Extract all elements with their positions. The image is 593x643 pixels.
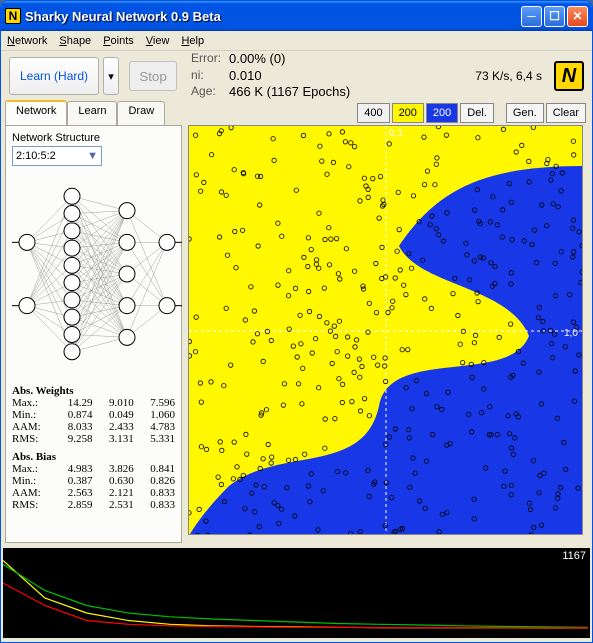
toolbar: Learn (Hard) ▾ Stop Error:0.00% (0) ni:0… xyxy=(1,51,592,101)
tab-learn[interactable]: Learn xyxy=(67,101,117,125)
left-panel: Network Learn Draw Network Structure 2:1… xyxy=(1,101,186,546)
abs-bias-header: Abs. Bias xyxy=(12,451,175,463)
svg-text:0,1: 0,1 xyxy=(389,128,403,139)
tab-draw[interactable]: Draw xyxy=(117,101,165,125)
points-400-button[interactable]: 400 xyxy=(357,103,389,123)
weights-table: Abs. Weights Max.:14.299.0107.596 Min.:0… xyxy=(12,385,175,511)
performance-text: 73 K/s, 6,4 s xyxy=(475,69,542,83)
training-stats: Error:0.00% (0) ni:0.010 Age:466 K (1167… xyxy=(191,51,350,102)
viz-toolbar: 400 200 200 Del. Gen. Clear xyxy=(186,101,592,125)
menubar: Network Shape Points View Help xyxy=(1,31,592,51)
titlebar[interactable]: N Sharky Neural Network 0.9 Beta ─ ☐ ✕ xyxy=(1,1,592,31)
structure-value: 2:10:5:2 xyxy=(16,150,56,162)
close-button[interactable]: ✕ xyxy=(567,6,588,27)
delete-button[interactable]: Del. xyxy=(460,103,494,123)
learn-button[interactable]: Learn (Hard) xyxy=(9,57,99,95)
menu-view[interactable]: View xyxy=(146,35,170,47)
ni-label: ni: xyxy=(191,68,229,85)
error-value: 0.00% (0) xyxy=(229,51,285,68)
window-title: Sharky Neural Network 0.9 Beta xyxy=(25,9,521,24)
network-diagram xyxy=(12,174,182,374)
generate-button[interactable]: Gen. xyxy=(506,103,544,123)
age-label: Age: xyxy=(191,84,229,101)
learn-dropdown-button[interactable]: ▾ xyxy=(103,57,119,95)
ni-value: 0.010 xyxy=(229,68,262,85)
clear-button[interactable]: Clear xyxy=(546,103,586,123)
structure-select[interactable]: 2:10:5:2 ▼ xyxy=(12,146,102,166)
logo-icon: N xyxy=(554,61,584,91)
menu-help[interactable]: Help xyxy=(181,35,204,47)
svg-text:1,0: 1,0 xyxy=(564,328,578,339)
right-panel: 400 200 200 Del. Gen. Clear 0,1 1,0 xyxy=(186,101,592,546)
visualization-canvas[interactable]: 0,1 1,0 xyxy=(188,125,583,535)
structure-label: Network Structure xyxy=(12,132,175,144)
stop-button[interactable]: Stop xyxy=(129,61,177,91)
age-value: 466 K (1167 Epochs) xyxy=(229,84,350,101)
chevron-down-icon: ▾ xyxy=(108,70,114,83)
error-label: Error: xyxy=(191,51,229,68)
points-200-blue-button[interactable]: 200 xyxy=(426,103,458,123)
menu-points[interactable]: Points xyxy=(103,35,134,47)
maximize-button[interactable]: ☐ xyxy=(544,6,565,27)
tab-network[interactable]: Network xyxy=(5,100,67,125)
points-200-yellow-button[interactable]: 200 xyxy=(392,103,424,123)
chevron-down-icon: ▼ xyxy=(87,150,98,162)
abs-weights-header: Abs. Weights xyxy=(12,385,175,397)
menu-shape[interactable]: Shape xyxy=(59,35,91,47)
minimize-button[interactable]: ─ xyxy=(521,6,542,27)
epoch-count: 1167 xyxy=(562,550,586,562)
menu-network[interactable]: Network xyxy=(7,35,47,47)
error-chart: 1167 xyxy=(3,548,590,638)
app-icon: N xyxy=(5,8,21,24)
